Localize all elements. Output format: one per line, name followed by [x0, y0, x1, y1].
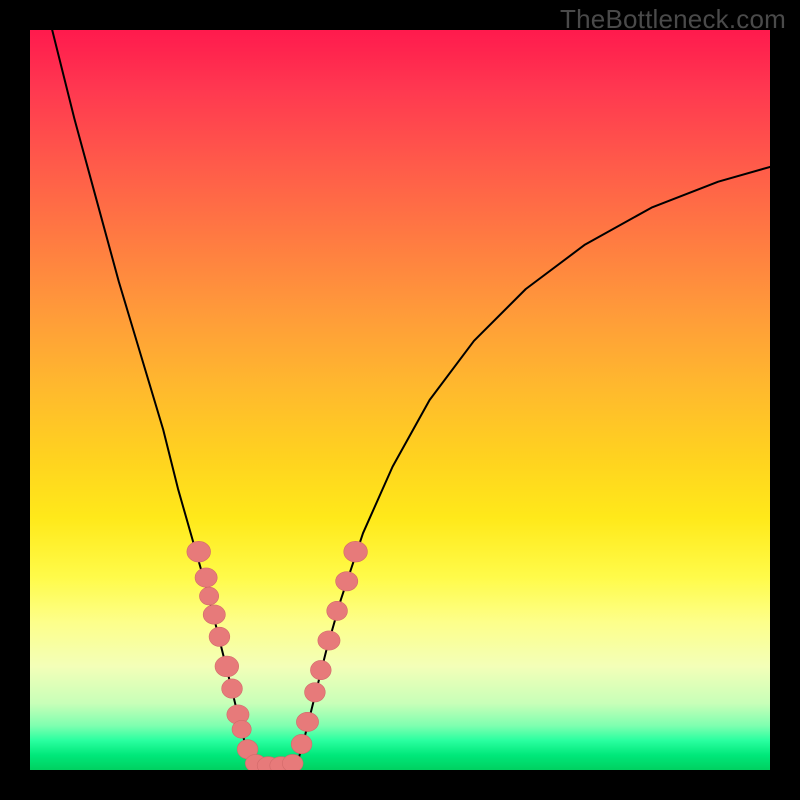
chart-frame: TheBottleneck.com	[0, 0, 800, 800]
line-layer	[52, 30, 770, 769]
bead-layer	[187, 541, 368, 770]
bead-marker	[310, 660, 331, 679]
bead-marker	[296, 712, 318, 731]
bead-marker	[344, 541, 368, 562]
bead-marker	[305, 683, 326, 702]
series-left-arm	[52, 30, 252, 766]
plot-area	[30, 30, 770, 770]
bead-marker	[282, 754, 303, 770]
chart-svg	[30, 30, 770, 770]
bead-marker	[187, 541, 211, 562]
bead-marker	[195, 568, 217, 587]
bead-marker	[291, 734, 312, 753]
bead-marker	[318, 631, 340, 650]
bead-marker	[215, 656, 239, 677]
bead-marker	[199, 587, 218, 605]
bead-marker	[327, 601, 348, 620]
watermark-text: TheBottleneck.com	[560, 4, 786, 35]
bead-marker	[232, 720, 251, 738]
series-right-arm	[296, 167, 770, 766]
bead-marker	[209, 627, 230, 646]
bead-marker	[222, 679, 243, 698]
bead-marker	[203, 605, 225, 624]
bead-marker	[336, 572, 358, 591]
